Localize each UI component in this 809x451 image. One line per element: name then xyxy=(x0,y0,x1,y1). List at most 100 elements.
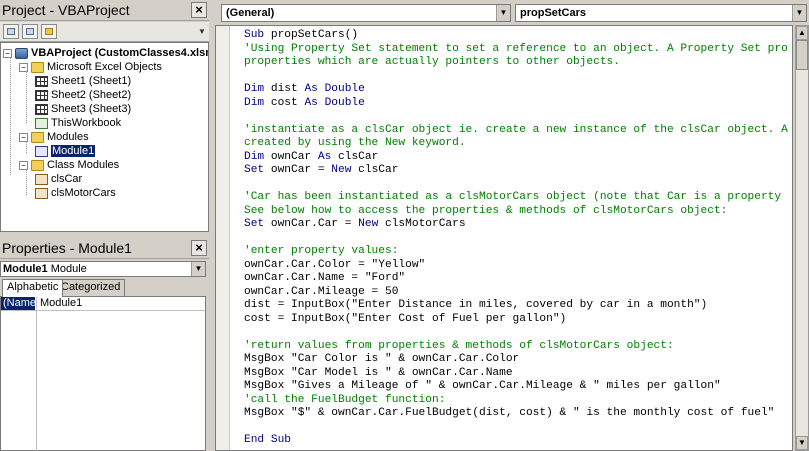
properties-close-icon[interactable]: × xyxy=(191,240,207,256)
tree-item-class-modules[interactable]: − Class Modules xyxy=(19,158,119,172)
code-window: (General) ▼ propSetCars ▼ Sub propSetCar… xyxy=(213,0,809,451)
tree-item-sheet2[interactable]: Sheet2 (Sheet2) xyxy=(35,88,131,102)
code-line[interactable]: 'Car has been instantiated as a clsMotor… xyxy=(244,191,788,205)
chevron-down-icon[interactable]: ▼ xyxy=(496,5,510,21)
tree-item-project[interactable]: − VBAProject (CustomClasses4.xlsm) xyxy=(3,46,208,60)
collapse-icon[interactable]: − xyxy=(19,132,28,142)
property-value[interactable]: Module1 xyxy=(38,297,82,310)
code-line[interactable]: See below how to access the properties &… xyxy=(244,205,788,219)
keyword-token: New xyxy=(358,218,385,230)
code-line[interactable] xyxy=(244,421,788,435)
object-combo[interactable]: (General) ▼ xyxy=(221,4,511,22)
folder-icon xyxy=(45,28,53,35)
code-token: ownCar.Car = xyxy=(270,218,359,230)
code-line[interactable]: created by using the New keyword. xyxy=(244,137,788,151)
code-line[interactable] xyxy=(244,326,788,340)
collapse-icon[interactable]: − xyxy=(19,62,28,72)
code-line[interactable]: Dim cost As Double xyxy=(244,97,788,111)
keyword-token: Set xyxy=(244,164,271,176)
chevron-down-icon[interactable]: ▼ xyxy=(792,5,806,21)
tree-item-excel-objects[interactable]: − Microsoft Excel Objects xyxy=(19,60,162,74)
code-line[interactable] xyxy=(244,110,788,124)
keyword-token: Dim xyxy=(244,96,271,109)
tab-categorized[interactable]: Categorized xyxy=(56,279,126,296)
code-line[interactable]: Dim ownCar As clsCar xyxy=(244,151,788,165)
code-line[interactable]: Sub propSetCars() xyxy=(244,29,788,43)
code-editor[interactable]: Sub propSetCars() 'Using Property Set sta… xyxy=(215,25,793,451)
comment-token: created by using the New keyword. xyxy=(244,137,466,149)
code-token: MsgBox "$" & ownCar.Car.FuelBudget(dist,… xyxy=(244,407,775,419)
tree-connector xyxy=(26,169,27,195)
code-line[interactable]: Set ownCar.Car = New clsMotorCars xyxy=(244,218,788,232)
tree-item-sheet1[interactable]: Sheet1 (Sheet1) xyxy=(35,74,131,88)
code-line[interactable]: 'Using Property Set statement to set a r… xyxy=(244,43,788,57)
project-tree: − VBAProject (CustomClasses4.xlsm) − Micro… xyxy=(0,42,209,232)
code-line[interactable]: ownCar.Car.Color = "Yellow" xyxy=(244,259,788,273)
code-line[interactable]: ownCar.Car.Name = "Ford" xyxy=(244,272,788,286)
property-row[interactable]: (Name) Module1 xyxy=(1,297,205,311)
tree-item-clscar[interactable]: clsCar xyxy=(35,172,82,186)
code-line[interactable]: dist = InputBox("Enter Distance in miles… xyxy=(244,299,788,313)
code-line[interactable]: MsgBox "Gives a Mileage of " & ownCar.Ca… xyxy=(244,380,788,394)
code-line[interactable]: cost = InputBox("Enter Cost of Fuel per … xyxy=(244,313,788,327)
workbook-icon xyxy=(35,117,48,129)
properties-tabs: Alphabetic Categorized xyxy=(0,279,209,297)
project-close-icon[interactable]: × xyxy=(191,2,207,18)
project-panel-title-text: Project - VBAProject xyxy=(2,2,130,18)
collapse-icon[interactable]: − xyxy=(19,160,28,170)
view-code-button[interactable] xyxy=(3,24,19,39)
tree-item-label: Sheet2 (Sheet2) xyxy=(51,89,132,101)
code-token: clsCar xyxy=(338,150,379,163)
tab-alphabetic[interactable]: Alphabetic xyxy=(2,279,64,297)
code-line[interactable]: MsgBox "Car Model is " & ownCar.Car.Name xyxy=(244,367,788,381)
toggle-folders-button[interactable] xyxy=(41,24,57,39)
object-select-type: Module xyxy=(50,263,87,275)
tree-item-label: clsCar xyxy=(51,173,83,185)
toolbar-overflow-icon[interactable]: ▼ xyxy=(197,25,207,38)
keyword-token: New xyxy=(331,164,359,176)
code-line[interactable]: End Sub xyxy=(244,434,788,448)
code-line[interactable] xyxy=(244,232,788,246)
properties-grid: (Name) Module1 xyxy=(0,296,206,451)
code-line[interactable]: ownCar.Car.Mileage = 50 xyxy=(244,286,788,300)
chevron-down-icon[interactable]: ▼ xyxy=(191,262,205,276)
code-line[interactable]: 'instantiate as a clsCar object ie. crea… xyxy=(244,124,788,138)
keyword-token: Dim xyxy=(244,83,271,95)
code-line[interactable]: Dim dist As Double xyxy=(244,83,788,97)
module-icon xyxy=(35,145,48,157)
comment-token: 'Car has been instantiated as a clsMotor… xyxy=(244,191,782,203)
code-line[interactable]: MsgBox "$" & ownCar.Car.FuelBudget(dist,… xyxy=(244,407,788,421)
comment-token: 'call the FuelBudget function: xyxy=(244,393,446,406)
properties-panel-title: Properties - Module1 × xyxy=(0,238,209,259)
tree-item-sheet3[interactable]: Sheet3 (Sheet3) xyxy=(35,102,131,116)
code-line[interactable]: 'call the FuelBudget function: xyxy=(244,394,788,408)
code-line[interactable]: properties which are actually pointers t… xyxy=(244,56,788,70)
code-line[interactable]: Set ownCar = New clsCar xyxy=(244,164,788,178)
code-line[interactable] xyxy=(244,178,788,192)
code-text[interactable]: Sub propSetCars() 'Using Property Set sta… xyxy=(244,29,788,448)
code-line[interactable]: 'return values from properties & methods… xyxy=(244,340,788,354)
code-line[interactable] xyxy=(244,70,788,84)
tree-item-label: ThisWorkbook xyxy=(51,117,122,129)
procedure-combo[interactable]: propSetCars ▼ xyxy=(515,4,807,22)
margin-indicator-bar[interactable] xyxy=(216,26,230,450)
code-token: ownCar.Car.Mileage = 50 xyxy=(244,285,399,298)
code-line[interactable]: MsgBox "Car Color is " & ownCar.Car.Colo… xyxy=(244,353,788,367)
scroll-up-icon[interactable]: ▲ xyxy=(796,26,808,40)
keyword-token: As Double xyxy=(304,83,365,95)
view-object-button[interactable] xyxy=(22,24,38,39)
view-code-icon xyxy=(7,28,15,35)
code-line[interactable]: 'enter property values: xyxy=(244,245,788,259)
scroll-down-icon[interactable]: ▼ xyxy=(796,436,808,450)
vertical-scrollbar[interactable]: ▲ ▼ xyxy=(795,25,809,451)
scroll-thumb[interactable] xyxy=(796,40,808,70)
tree-item-modules[interactable]: − Modules xyxy=(19,130,89,144)
left-pane: Project - VBAProject × ▼ − VBAProject (Cu… xyxy=(0,0,209,451)
object-select[interactable]: Module1 Module ▼ xyxy=(0,261,206,277)
collapse-icon[interactable]: − xyxy=(3,48,12,58)
tree-item-clsmotorcars[interactable]: clsMotorCars xyxy=(35,186,116,200)
tree-item-thisworkbook[interactable]: ThisWorkbook xyxy=(35,116,121,130)
tree-item-module1[interactable]: Module1 xyxy=(35,144,96,158)
code-token: MsgBox "Gives a Mileage of " & ownCar.Ca… xyxy=(244,380,721,392)
tree-connector xyxy=(10,57,11,175)
